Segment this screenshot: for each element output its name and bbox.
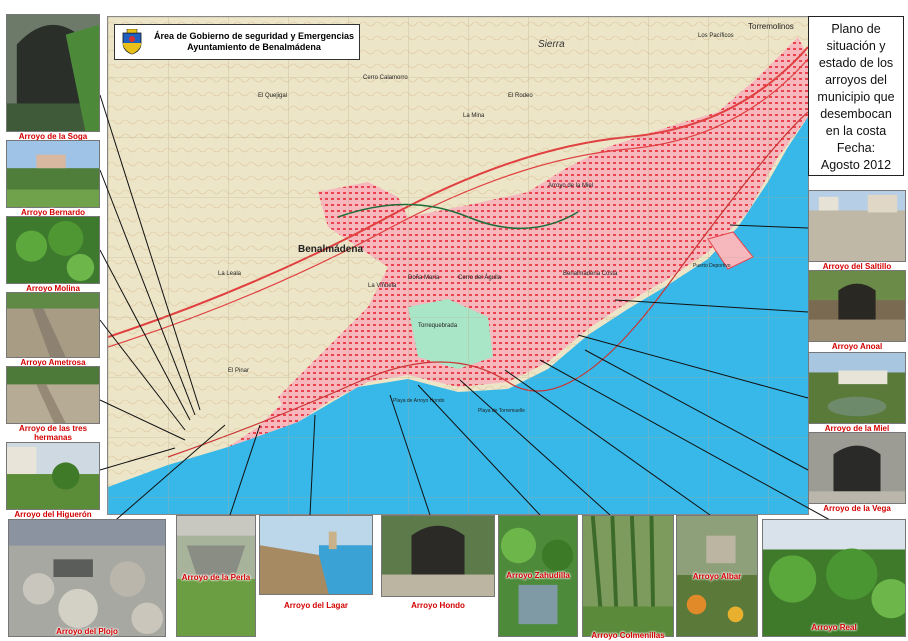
label-torremuelle: Playa de Torremuelle (478, 408, 525, 414)
label-puerto: Puerto Deportivo (693, 263, 731, 269)
legend-line: en la costa (825, 124, 887, 138)
header-line-2: Ayuntamiento de Benalmádena (187, 42, 321, 52)
label-vinuela: La Viñuela (368, 283, 397, 289)
label-la-leala: La Leala (218, 271, 242, 277)
header-box: Área de Gobierno de seguridad y Emergenc… (114, 24, 360, 60)
photo-arroyo-lagar[interactable] (259, 515, 373, 595)
legend-line: municipio que (817, 90, 895, 104)
photo-arroyo-higueron[interactable] (6, 442, 100, 510)
label-el-pinar: El Pinar (228, 368, 249, 374)
label-quejigal: El Quejigal (258, 93, 287, 99)
label-town: Benalmádena (298, 244, 363, 255)
caption-arroyo-zahudilla: Arroyo Zahudilla (506, 571, 570, 580)
caption-arroyo-plojo: Arroyo del Plojo (56, 627, 118, 636)
legend-line: Agosto 2012 (820, 158, 892, 172)
caption-arroyo-hondo: Arroyo Hondo (411, 601, 465, 610)
photo-arroyo-ametrosa[interactable] (6, 292, 100, 358)
label-arroyo-miel: Arroyo de la Miel (548, 183, 593, 189)
caption-arroyo-albar: Arroyo Albar (692, 572, 742, 581)
legend-line: estado de los (818, 56, 894, 70)
label-costa: Benalmádena Costa (563, 271, 618, 277)
photo-arroyo-bernardo[interactable] (6, 140, 100, 208)
label-dona-maria: Doña María (408, 275, 440, 281)
label-arroyo-hondo: Playa de Arroyo Hondo (393, 398, 445, 404)
map-canvas: Benalmádena Sierra Torremolinos Benalmád… (108, 17, 808, 514)
caption-arroyo-vega: Arroyo de la Vega (823, 504, 891, 513)
label-cerro-aguila: Cerro del Águila (458, 274, 502, 281)
caption-arroyo-colmenillas: Arroyo Colmenillas (591, 631, 665, 640)
photo-arroyo-miel[interactable] (808, 352, 906, 424)
photo-arroyo-molina[interactable] (6, 216, 100, 284)
label-torrequebrada: Torrequebrada (418, 323, 458, 329)
topographic-map[interactable]: Benalmádena Sierra Torremolinos Benalmád… (107, 16, 809, 515)
photo-arroyo-vega[interactable] (808, 432, 906, 504)
legend-line: situación y (826, 39, 886, 53)
photo-arroyo-saltillo[interactable] (808, 190, 906, 262)
header-line-1: Área de Gobierno de seguridad y Emergenc… (153, 31, 355, 41)
label-el-rodeo: El Rodeo (508, 93, 533, 99)
photo-arroyo-plojo[interactable] (8, 519, 166, 637)
photo-arroyo-tres-hermanas[interactable] (6, 366, 100, 424)
photo-arroyo-hondo[interactable] (381, 515, 495, 597)
photo-arroyo-real[interactable] (762, 519, 906, 637)
caption-arroyo-perla: Arroyo de la Perla (181, 573, 251, 582)
legend-line: desembocan (820, 107, 892, 121)
caption-arroyo-higueron: Arroyo del Higuerón (14, 510, 92, 519)
legend-box: Plano de situación y estado de los arroy… (808, 16, 904, 176)
label-sierra: Sierra (538, 39, 565, 50)
legend-line: arroyos del (825, 73, 887, 87)
legend-line: Fecha: (836, 141, 876, 155)
legend-line: Plano de (831, 22, 881, 36)
photo-arroyo-anoal[interactable] (808, 270, 906, 342)
photo-arroyo-colmenillas[interactable] (582, 515, 674, 637)
photo-arroyo-soga[interactable] (6, 14, 100, 132)
label-pacificos: Los Pacíficos (698, 33, 734, 39)
caption-arroyo-tres-hermanas: Arroyo de las tres hermanas (18, 424, 88, 442)
caption-arroyo-real: Arroyo Real (811, 623, 857, 632)
label-calamorro: Cerro Calamorro (363, 75, 408, 81)
label-torremolinos: Torremolinos (748, 22, 794, 31)
caption-arroyo-anoal: Arroyo Anoal (831, 342, 883, 351)
label-la-mina: La Mina (463, 113, 485, 119)
caption-arroyo-lagar: Arroyo del Lagar (283, 601, 348, 610)
coat-of-arms-icon (122, 29, 142, 55)
